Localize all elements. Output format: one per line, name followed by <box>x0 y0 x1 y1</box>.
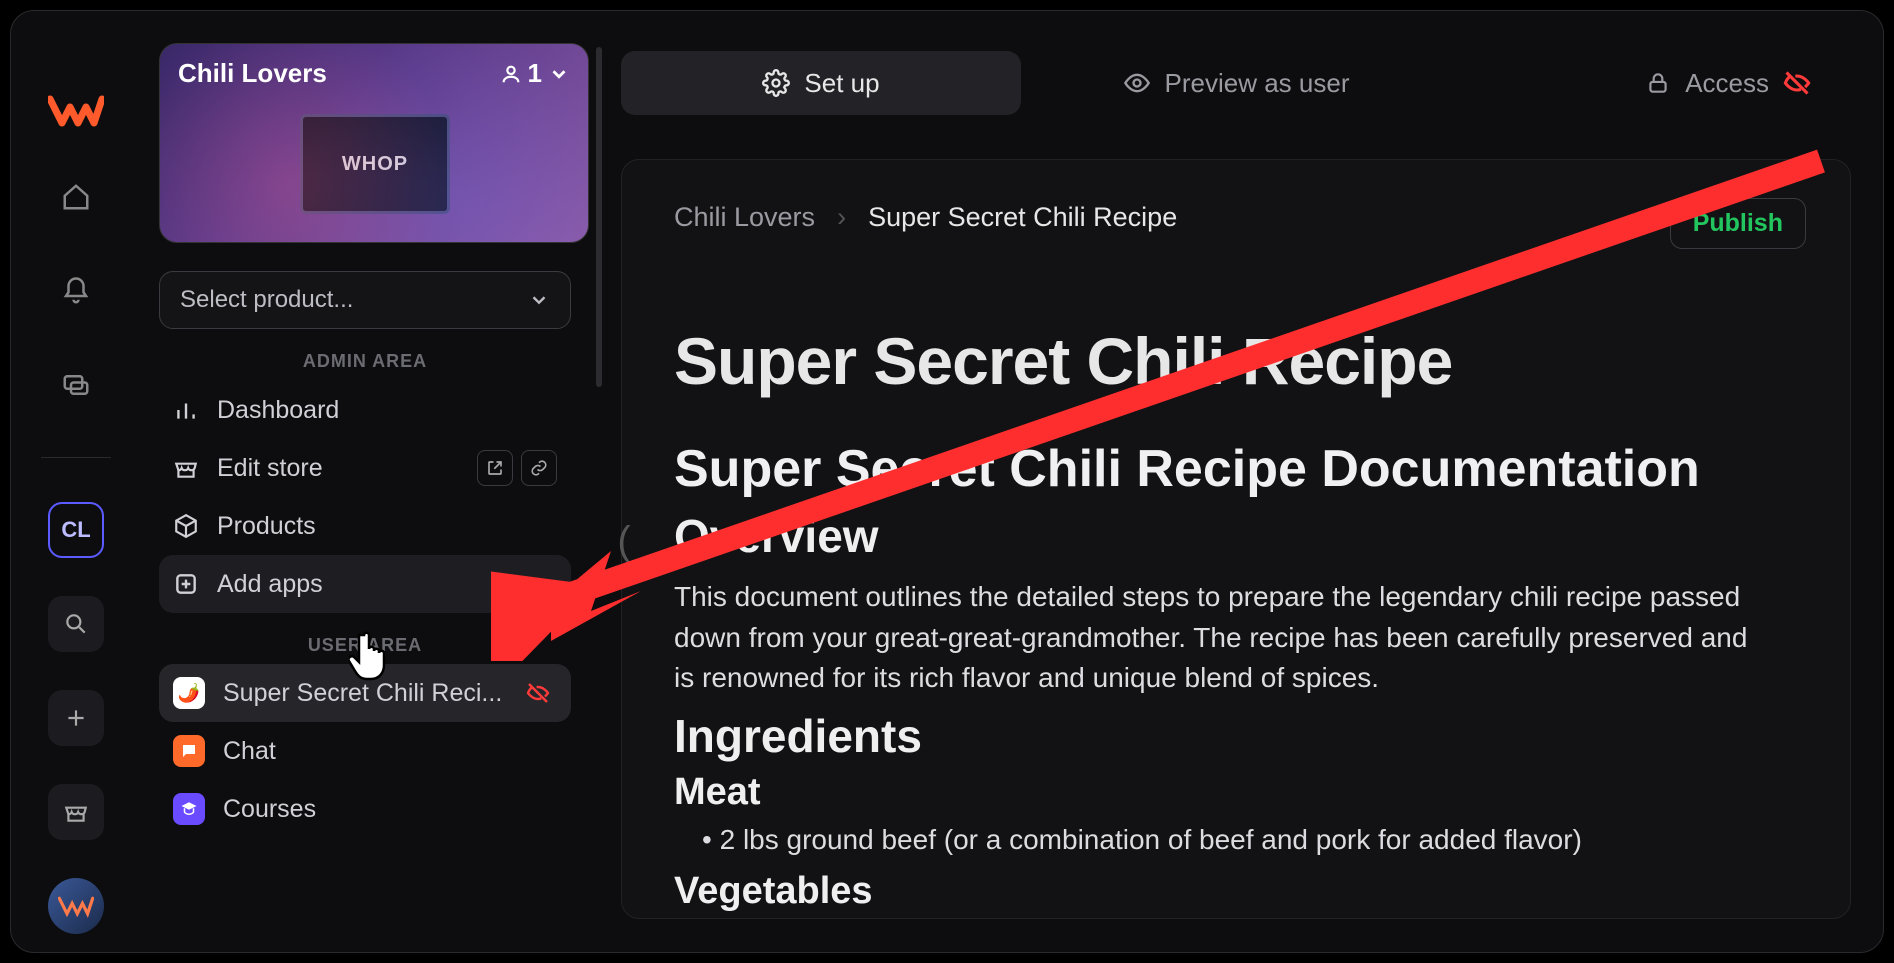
chevron-right-icon: › <box>837 202 846 233</box>
sidebar-item-chat[interactable]: Chat <box>159 722 571 780</box>
cube-icon <box>173 513 199 539</box>
preview-label: Preview as user <box>1165 68 1350 99</box>
setup-button[interactable]: Set up <box>621 51 1021 115</box>
document-panel: Chili Lovers › Super Secret Chili Recipe… <box>621 159 1851 919</box>
product-select-label: Select product... <box>180 286 353 314</box>
preview-button[interactable]: Preview as user <box>1031 51 1441 115</box>
page-title: Super Secret Chili Recipe <box>674 323 1798 399</box>
sidebar-item-courses[interactable]: Courses <box>159 780 571 838</box>
user-area-label: USER AREA <box>159 635 571 656</box>
sidebar-item-label: Super Secret Chili Reci... <box>223 679 502 708</box>
copy-link-button[interactable] <box>521 450 557 486</box>
rail-add-button[interactable] <box>48 690 104 746</box>
product-select[interactable]: Select product... <box>159 271 571 329</box>
sidebar-item-products[interactable]: Products <box>159 497 571 555</box>
workspace-badge-text: CL <box>61 517 90 543</box>
doc-subheading: Overview <box>674 509 1798 563</box>
open-external-button[interactable] <box>477 450 513 486</box>
doc-subheading: Ingredients <box>674 709 1798 763</box>
collapse-sidebar-handle[interactable]: ( <box>611 511 637 571</box>
member-count: 1 <box>528 58 542 89</box>
chevron-down-icon <box>528 289 550 311</box>
rail-store-button[interactable] <box>48 784 104 840</box>
left-rail: CL <box>11 11 141 952</box>
sidebar-item-add-apps[interactable]: Add apps <box>159 555 571 613</box>
list-item: 2 lbs ground beef (or a combination of b… <box>674 824 1798 856</box>
hidden-icon <box>526 681 550 705</box>
top-bar: Set up Preview as user Access <box>621 51 1851 115</box>
sidebar-item-recipe[interactable]: 🌶️ Super Secret Chili Reci... <box>159 664 571 722</box>
workspace-card[interactable]: Chili Lovers 1 WHOP <box>159 43 589 243</box>
eye-icon <box>1123 69 1151 97</box>
lock-icon <box>1645 70 1671 96</box>
sidebar: Chili Lovers 1 WHOP Select product... AD… <box>159 43 599 933</box>
breadcrumb: Chili Lovers › Super Secret Chili Recipe <box>674 202 1798 233</box>
sidebar-item-label: Products <box>217 512 316 541</box>
sidebar-item-label: Edit store <box>217 454 323 483</box>
chat-app-icon <box>173 735 205 767</box>
workspace-hero-image: WHOP <box>300 114 450 214</box>
bar-chart-icon <box>173 397 199 423</box>
app-window: CL Chili Lovers 1 WHOP Select product... <box>10 10 1884 953</box>
access-button[interactable]: Access <box>1451 51 1851 115</box>
bell-icon[interactable] <box>48 263 104 319</box>
sidebar-item-label: Add apps <box>217 570 323 599</box>
user-avatar[interactable] <box>48 878 104 934</box>
doc-subheading: Meat <box>674 771 1798 814</box>
workspace-members[interactable]: 1 <box>500 58 570 89</box>
access-label: Access <box>1685 68 1769 99</box>
courses-app-icon <box>173 793 205 825</box>
workspace-name: Chili Lovers <box>178 58 327 89</box>
chat-icon[interactable] <box>48 357 104 413</box>
doc-heading: Super Secret Chili Recipe Documentation <box>674 439 1798 499</box>
breadcrumb-current: Super Secret Chili Recipe <box>868 202 1177 233</box>
publish-button[interactable]: Publish <box>1670 198 1806 249</box>
sidebar-item-dashboard[interactable]: Dashboard <box>159 381 571 439</box>
rail-search-button[interactable] <box>48 596 104 652</box>
main-panel: Set up Preview as user Access Chili Love… <box>621 51 1851 931</box>
setup-label: Set up <box>804 68 879 99</box>
link-icon <box>530 459 548 477</box>
workspace-badge[interactable]: CL <box>48 502 104 558</box>
gear-icon <box>762 69 790 97</box>
doc-paragraph: This document outlines the detailed step… <box>674 577 1754 699</box>
breadcrumb-root[interactable]: Chili Lovers <box>674 202 815 233</box>
sidebar-item-label: Courses <box>223 795 316 824</box>
rail-divider <box>41 457 111 458</box>
sidebar-item-label: Dashboard <box>217 396 339 425</box>
plus-square-icon <box>173 571 199 597</box>
person-icon <box>500 63 522 85</box>
store-icon <box>173 455 199 481</box>
whop-logo-icon[interactable] <box>48 91 104 131</box>
divider <box>159 362 571 363</box>
doc-subheading: Vegetables <box>674 870 1798 913</box>
sidebar-scrollbar[interactable] <box>596 47 602 387</box>
sidebar-item-label: Chat <box>223 737 276 766</box>
chevron-down-icon <box>548 63 570 85</box>
hidden-icon <box>1783 69 1811 97</box>
publish-label: Publish <box>1693 209 1783 237</box>
external-link-icon <box>486 459 504 477</box>
chili-app-icon: 🌶️ <box>173 677 205 709</box>
sidebar-item-edit-store[interactable]: Edit store <box>159 439 571 497</box>
home-icon[interactable] <box>48 169 104 225</box>
